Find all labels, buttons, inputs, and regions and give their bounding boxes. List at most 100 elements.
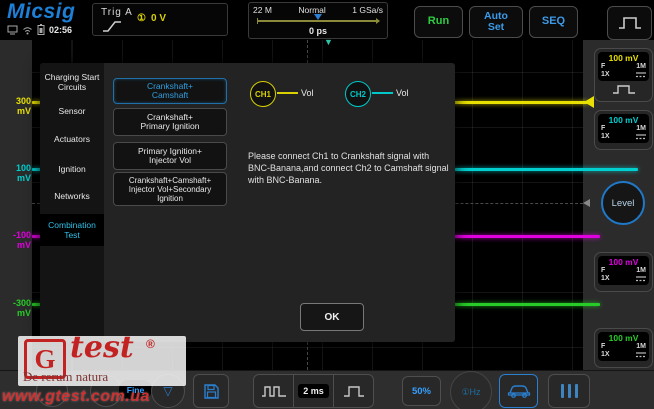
- ok-button[interactable]: OK: [300, 303, 364, 331]
- option-crank-cam-injector-secondary[interactable]: Crankshaft+Camshaft+ Injector Vol+Second…: [113, 172, 227, 206]
- clock: 02:56: [49, 25, 72, 35]
- ch4-info-box: 100 mV F 1M 1X: [598, 332, 649, 361]
- menu-item-actuators[interactable]: Actuators: [40, 134, 104, 144]
- watermark-url: www.gtest.com.ua: [2, 388, 150, 406]
- seq-button[interactable]: SEQ: [529, 6, 578, 38]
- trigger-50-percent-button[interactable]: 50%: [402, 376, 441, 406]
- menu-item-combination-test[interactable]: Combination Test: [40, 214, 104, 246]
- ch1-probe: 1X: [601, 71, 610, 79]
- ch4-scale: 100 mV: [601, 333, 646, 343]
- ch3-panel[interactable]: 100 mV F 1M 1X: [594, 252, 653, 292]
- option-crankshaft-camshaft[interactable]: Crankshaft+ Camshaft: [113, 78, 227, 104]
- pulse-icon: [617, 16, 643, 30]
- ch1-info-box: 100 mV F 1M 1X: [598, 52, 649, 81]
- acquisition-panel[interactable]: 22 M Normal 1 GSa/s 0 ps: [248, 2, 388, 39]
- ch3-coupling: F: [601, 267, 605, 275]
- trigger-status-panel[interactable]: Trig A ① 0 V: [92, 3, 228, 36]
- automotive-mode-button[interactable]: [499, 374, 538, 408]
- timebase-decrease-button[interactable]: [254, 375, 293, 407]
- combination-test-dialog: Charging Start Circuits Sensor Actuators…: [40, 63, 455, 342]
- menu-item-networks[interactable]: Networks: [40, 191, 104, 201]
- floppy-icon: [203, 383, 220, 400]
- slider-marker-icon[interactable]: [314, 14, 322, 20]
- ch1-signal-label: Vol: [301, 88, 314, 98]
- frequency-meter-button[interactable]: ①Hz: [450, 371, 492, 409]
- autoset-button[interactable]: Auto Set: [469, 6, 523, 38]
- ch3-scale: 100 mV: [601, 257, 646, 267]
- ch2-info-box: 100 mV F 1M 1X: [598, 114, 649, 143]
- battery-icon: [37, 24, 45, 35]
- option-crankshaft-primary-ignition[interactable]: Crankshaft+ Primary Ignition: [113, 108, 227, 136]
- dialog-menu: Charging Start Circuits Sensor Actuators…: [40, 63, 104, 342]
- ch2-connector-line: [372, 92, 393, 94]
- option-primary-ignition-injector-vol[interactable]: Primary Ignition+ Injector Vol: [113, 142, 227, 170]
- pause-bars-icon: [575, 384, 578, 398]
- ch2-panel[interactable]: 100 mV F 1M 1X: [594, 110, 653, 150]
- ch2-offset-label: 100 mV: [1, 163, 31, 183]
- horizontal-position-slider[interactable]: [257, 20, 379, 22]
- level-button[interactable]: Level: [601, 181, 645, 225]
- dc-coupling-icon: [636, 352, 646, 358]
- pulse-icon: [612, 84, 636, 95]
- watermark: G test ® De rerum natura: [18, 336, 186, 386]
- pause-bars-icon: [561, 384, 564, 398]
- ch1-panel[interactable]: 100 mV F 1M 1X: [594, 48, 653, 102]
- car-icon: [507, 384, 531, 398]
- menu-item-ignition[interactable]: Ignition: [40, 164, 104, 174]
- ch1-scale: 100 mV: [601, 53, 646, 63]
- ch1-impedance: 1M: [636, 63, 646, 71]
- trigger-source: ①: [137, 13, 146, 24]
- dc-coupling-icon: [636, 276, 646, 282]
- ch4-coupling: F: [601, 343, 605, 351]
- ch3-probe: 1X: [601, 275, 610, 283]
- ch2-badge: CH2: [345, 81, 371, 107]
- sample-rate: 1 GSa/s: [352, 5, 383, 15]
- save-button[interactable]: [193, 374, 229, 408]
- menu-item-sensor[interactable]: Sensor: [40, 106, 104, 116]
- ch2-impedance: 1M: [636, 125, 646, 133]
- ch4-panel[interactable]: 100 mV F 1M 1X: [594, 328, 653, 368]
- dc-coupling-icon: [636, 72, 646, 78]
- ch1-position-marker-icon[interactable]: [584, 96, 594, 108]
- ch3-impedance: 1M: [636, 267, 646, 275]
- top-bar: Micsig 02:56 Trig A ① 0: [0, 0, 654, 40]
- memory-depth: 22 M: [253, 5, 272, 15]
- watermark-tagline: De rerum natura: [23, 369, 108, 385]
- timebase-increase-button[interactable]: [334, 375, 373, 407]
- status-row: 02:56: [7, 24, 72, 35]
- connection-instruction: Please connect Ch1 to Crankshaft signal …: [248, 150, 450, 186]
- main-area: ▼ 300 mV 100 mV -100 mV -300 mV 100 mV F…: [0, 40, 654, 370]
- ch2-coupling: F: [601, 125, 605, 133]
- rising-edge-icon: [102, 19, 122, 33]
- monitor-icon: [7, 25, 18, 35]
- trigger-position-marker-icon[interactable]: ▼: [324, 37, 333, 47]
- ch2-probe: 1X: [601, 133, 610, 141]
- wifi-icon: [22, 25, 33, 35]
- ch4-probe: 1X: [601, 351, 610, 359]
- pause-bars-icon: [568, 384, 571, 398]
- trigger-label: Trig A: [101, 7, 133, 18]
- axis-arrow-icon: [583, 199, 590, 207]
- menu-item-charging-start-circuits[interactable]: Charging Start Circuits: [40, 72, 104, 92]
- trigger-level-value: 0 V: [151, 13, 166, 24]
- ch2-scale: 100 mV: [601, 115, 646, 125]
- ch1-badge: CH1: [250, 81, 276, 107]
- wave-type-button[interactable]: [607, 6, 652, 40]
- ch4-offset-label: -300 mV: [1, 298, 31, 318]
- ch3-info-box: 100 mV F 1M 1X: [598, 256, 649, 285]
- pulse-icon: [343, 385, 365, 398]
- timebase-group: 2 ms: [253, 374, 374, 408]
- ch1-coupling: F: [601, 63, 605, 71]
- trigger-delay: 0 ps: [249, 26, 387, 36]
- timebase-display[interactable]: 2 ms: [294, 375, 333, 407]
- pulse-train-icon: [261, 385, 287, 398]
- ch3-offset-label: -100 mV: [1, 230, 31, 250]
- oscilloscope-screen: Micsig 02:56 Trig A ① 0: [0, 0, 654, 409]
- ch2-signal-label: Vol: [396, 88, 409, 98]
- ch4-impedance: 1M: [636, 343, 646, 351]
- menu-collapse-button[interactable]: [548, 374, 590, 408]
- registered-mark: ®: [146, 337, 155, 351]
- brand-logo: Micsig: [7, 0, 75, 24]
- ch1-connector-line: [277, 92, 298, 94]
- run-button[interactable]: Run: [414, 6, 463, 38]
